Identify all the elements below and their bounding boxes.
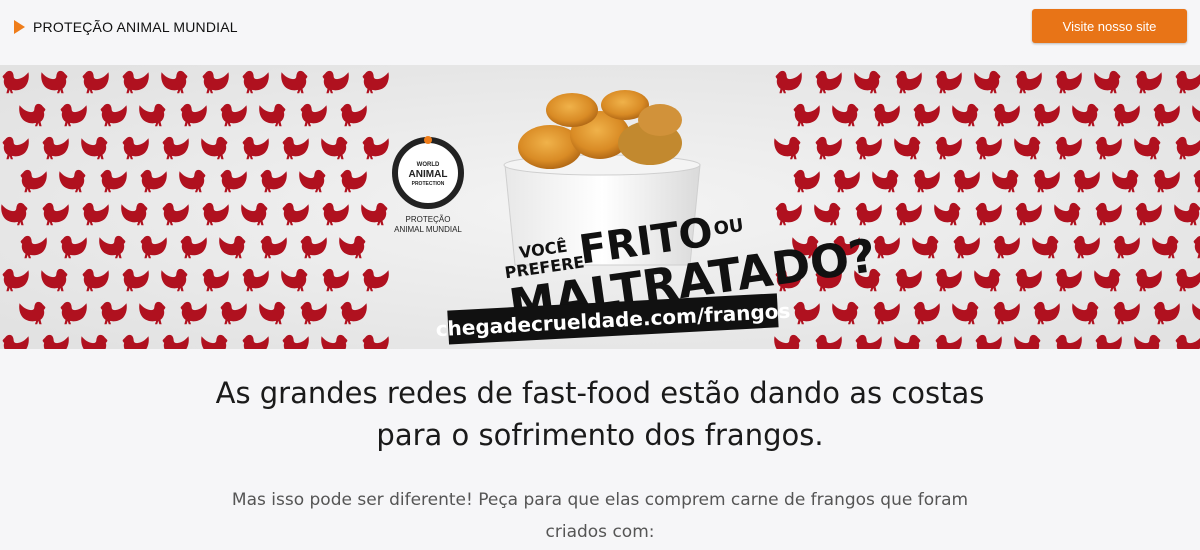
headline-line-2: para o sofrimento dos frangos. bbox=[376, 418, 824, 452]
sub-line-2: criados com: bbox=[545, 522, 655, 542]
brand[interactable]: PROTEÇÃO ANIMAL MUNDIAL bbox=[14, 19, 238, 35]
svg-text:ANIMAL: ANIMAL bbox=[409, 169, 448, 180]
banner-graphic: WORLD ANIMAL PROTECTION PROTEÇÃO ANIMAL … bbox=[0, 65, 1200, 349]
brand-name: PROTEÇÃO ANIMAL MUNDIAL bbox=[33, 19, 238, 35]
play-arrow-icon bbox=[14, 20, 25, 34]
svg-text:WORLD: WORLD bbox=[417, 162, 440, 168]
main-headline: As grandes redes de fast-food estão dand… bbox=[0, 372, 1200, 456]
visit-site-button[interactable]: Visite nosso site bbox=[1032, 9, 1187, 43]
sub-paragraph: Mas isso pode ser diferente! Peça para q… bbox=[0, 484, 1200, 548]
svg-text:PROTECTION: PROTECTION bbox=[412, 181, 445, 187]
svg-text:PROTEÇÃO: PROTEÇÃO bbox=[406, 215, 451, 224]
svg-text:OU: OU bbox=[712, 215, 745, 240]
sub-line-1: Mas isso pode ser diferente! Peça para q… bbox=[231, 490, 969, 510]
top-header: PROTEÇÃO ANIMAL MUNDIAL Visite nosso sit… bbox=[0, 0, 1200, 65]
svg-text:ANIMAL MUNDIAL: ANIMAL MUNDIAL bbox=[394, 225, 462, 234]
headline-line-1: As grandes redes de fast-food estão dand… bbox=[215, 376, 985, 410]
campaign-banner: WORLD ANIMAL PROTECTION PROTEÇÃO ANIMAL … bbox=[0, 65, 1200, 349]
